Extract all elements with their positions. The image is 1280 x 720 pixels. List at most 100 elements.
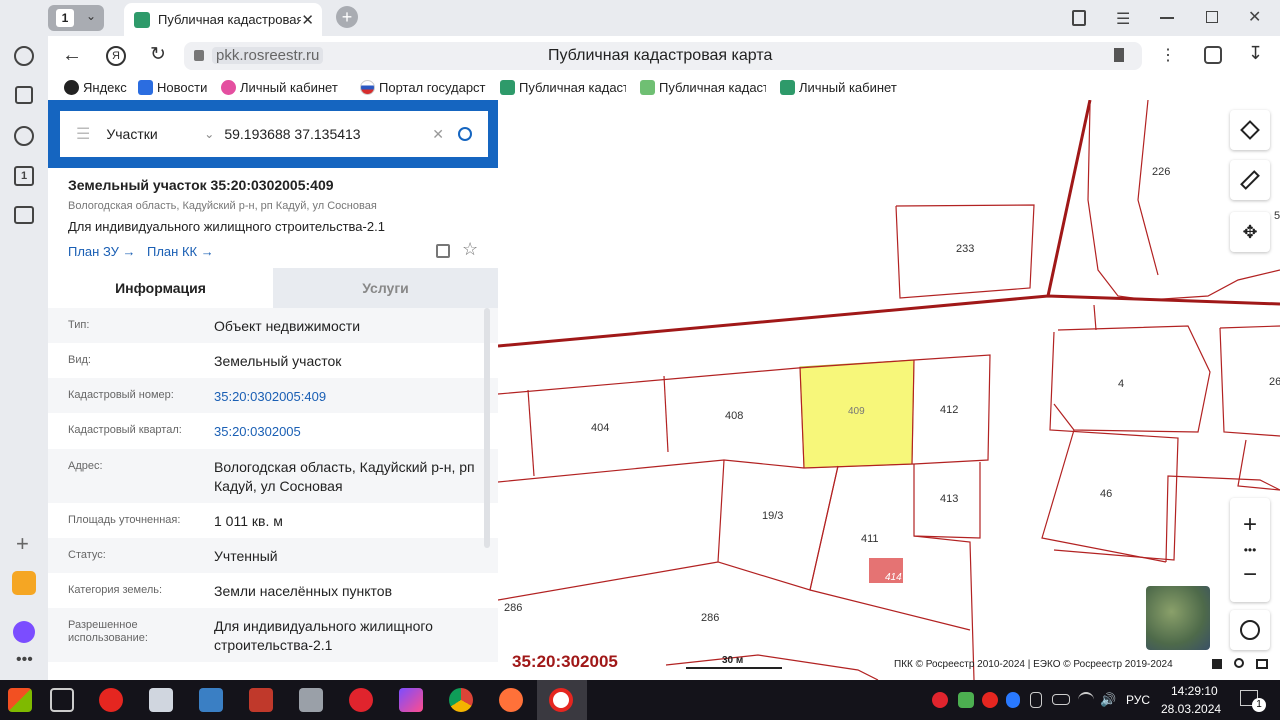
layers-button[interactable] bbox=[1230, 110, 1270, 150]
maximize-icon[interactable] bbox=[1206, 11, 1218, 23]
parcel-label[interactable]: 413 bbox=[940, 493, 958, 505]
search-mode-select[interactable]: Участки ⌄ bbox=[106, 126, 214, 142]
new-tab-button[interactable]: + bbox=[336, 6, 358, 28]
parcel-label[interactable]: 233 bbox=[956, 243, 974, 255]
reload-icon[interactable]: ↻ bbox=[150, 43, 166, 66]
zoom-more-icon[interactable]: ••• bbox=[1244, 540, 1257, 560]
clear-icon[interactable]: ✕ bbox=[432, 126, 444, 143]
yandex-browser-icon[interactable] bbox=[99, 688, 123, 712]
task-view-icon[interactable] bbox=[50, 688, 74, 712]
screenshot-icon[interactable] bbox=[14, 206, 34, 224]
gem-app-icon[interactable] bbox=[399, 688, 423, 712]
search-icon[interactable] bbox=[458, 127, 472, 141]
parcel-label[interactable]: 46 bbox=[1100, 488, 1112, 500]
add-panel-icon[interactable]: + bbox=[16, 531, 29, 557]
alice-icon[interactable] bbox=[13, 621, 35, 643]
panel-scrollbar[interactable] bbox=[484, 308, 490, 548]
tab-services[interactable]: Услуги bbox=[273, 268, 498, 308]
zoom-in-button[interactable]: + bbox=[1243, 510, 1257, 540]
firefox-icon[interactable] bbox=[499, 688, 523, 712]
bluetooth-icon[interactable] bbox=[1006, 692, 1020, 708]
satellite-thumbnail[interactable] bbox=[1146, 586, 1210, 650]
extensions-icon[interactable] bbox=[1204, 46, 1222, 64]
mail-icon[interactable] bbox=[12, 571, 36, 595]
bookmark-news[interactable]: Новости bbox=[138, 80, 207, 95]
clock-date[interactable]: 28.03.2024 bbox=[1161, 702, 1221, 716]
ruler-button[interactable] bbox=[1230, 160, 1270, 200]
chrome-icon[interactable] bbox=[449, 688, 473, 712]
bookmark-manager-icon[interactable] bbox=[1072, 10, 1086, 26]
parcel-label[interactable]: 409 bbox=[848, 406, 865, 417]
tab-pkk[interactable]: Публичная кадастровая ✕ bbox=[124, 3, 322, 36]
parcel-label[interactable]: 404 bbox=[591, 422, 609, 434]
bookmark-cabinet-2[interactable]: Личный кабинет bbox=[780, 80, 897, 95]
cadastral-map[interactable]: 226 233 404 408 409 412 4 46 19/3 413 41… bbox=[498, 100, 1280, 680]
opera-icon[interactable] bbox=[349, 688, 373, 712]
bookmark-pkk-2[interactable]: Публичная кадаст bbox=[640, 80, 766, 95]
volume-icon[interactable]: 🔊 bbox=[1100, 692, 1116, 708]
video-icon[interactable] bbox=[14, 126, 34, 146]
plan-zu-link[interactable]: План ЗУ → bbox=[68, 244, 136, 259]
parcel-label[interactable]: 19/3 bbox=[762, 510, 783, 522]
parcel-label[interactable]: 5 bbox=[1274, 210, 1280, 222]
kebab-menu-icon[interactable]: ⋮ bbox=[1160, 45, 1176, 65]
locate-button[interactable]: ✥ bbox=[1230, 212, 1270, 252]
print-icon[interactable] bbox=[1256, 659, 1268, 669]
parcel-label[interactable]: 4 bbox=[1118, 378, 1124, 390]
tab-panel-icon[interactable]: 1 bbox=[14, 166, 34, 186]
printer-icon[interactable] bbox=[299, 688, 323, 712]
hamburger-icon[interactable]: ☰ bbox=[76, 124, 90, 144]
tab-bar: 1 ⌄ Публичная кадастровая ✕ + ☰ ✕ bbox=[0, 0, 1280, 36]
yandex-button[interactable]: Я bbox=[106, 46, 126, 66]
yu-app-icon[interactable] bbox=[249, 688, 273, 712]
parcel-label[interactable]: 286 bbox=[701, 612, 719, 624]
calculator-icon[interactable] bbox=[149, 688, 173, 712]
zoom-to-parcel-icon[interactable] bbox=[436, 244, 450, 258]
minimize-icon[interactable] bbox=[1160, 17, 1174, 19]
history-icon[interactable] bbox=[14, 46, 34, 66]
close-icon[interactable]: ✕ bbox=[301, 11, 314, 29]
search-input[interactable]: 59.193688 37.135413 bbox=[224, 126, 432, 142]
battery-icon[interactable] bbox=[1052, 694, 1070, 705]
tray-app-icon[interactable] bbox=[958, 692, 974, 708]
zoom-out-button[interactable]: − bbox=[1243, 560, 1257, 590]
clock-time[interactable]: 14:29:10 bbox=[1171, 684, 1218, 698]
tab-information[interactable]: Информация bbox=[48, 268, 273, 308]
bookmark-icon[interactable] bbox=[1114, 48, 1124, 62]
menu-icon[interactable]: ☰ bbox=[1116, 9, 1130, 29]
home-icon[interactable] bbox=[1212, 659, 1222, 669]
target-icon[interactable] bbox=[1234, 658, 1244, 668]
plan-kk-link[interactable]: План КК → bbox=[147, 244, 214, 259]
bookmark-pkk-1[interactable]: Публичная кадаст bbox=[500, 80, 626, 95]
url-field[interactable]: pkk.rosreestr.ru Публичная кадастровая к… bbox=[184, 42, 1142, 70]
more-icon[interactable]: ••• bbox=[16, 651, 33, 669]
usb-icon[interactable] bbox=[1030, 692, 1042, 708]
compass-button[interactable] bbox=[1230, 610, 1270, 650]
tab-counter-button[interactable]: 1 ⌄ bbox=[48, 5, 104, 31]
parcel-label[interactable]: 286 bbox=[504, 602, 522, 614]
parcel-label[interactable]: 414 bbox=[885, 572, 902, 583]
language-indicator[interactable]: РУС bbox=[1126, 693, 1150, 707]
download-icon[interactable]: ↧ bbox=[1248, 43, 1263, 64]
window-close-icon[interactable]: ✕ bbox=[1248, 7, 1261, 27]
bookmark-gosuslugi[interactable]: Портал государст bbox=[360, 80, 486, 95]
bookmark-yandex[interactable]: Яндекс bbox=[64, 80, 127, 95]
parcel-label[interactable]: 26 bbox=[1269, 376, 1280, 388]
back-icon[interactable]: ← bbox=[62, 44, 82, 67]
start-icon[interactable] bbox=[8, 688, 32, 712]
yandex-browser-active-icon[interactable] bbox=[549, 688, 573, 712]
parcel-label[interactable]: 412 bbox=[940, 404, 958, 416]
favorite-star-icon[interactable]: ☆ bbox=[462, 239, 478, 260]
cadastral-quarter-link[interactable]: 35:20:0302005 bbox=[214, 413, 486, 449]
parcel-label[interactable]: 226 bbox=[1152, 166, 1170, 178]
parcel-label[interactable]: 411 bbox=[861, 533, 879, 545]
bookmark-cabinet[interactable]: Личный кабинет bbox=[221, 80, 338, 95]
wifi-icon[interactable] bbox=[1078, 692, 1094, 708]
scanner-icon[interactable] bbox=[199, 688, 223, 712]
cadastral-number-link[interactable]: 35:20:0302005:409 bbox=[214, 378, 486, 413]
collections-icon[interactable] bbox=[15, 86, 33, 104]
bookmark-label: Публичная кадаст bbox=[659, 80, 766, 95]
parcel-label[interactable]: 408 bbox=[725, 410, 743, 422]
opera-tray-icon[interactable] bbox=[932, 692, 948, 708]
yandex-tray-icon[interactable] bbox=[982, 692, 998, 708]
